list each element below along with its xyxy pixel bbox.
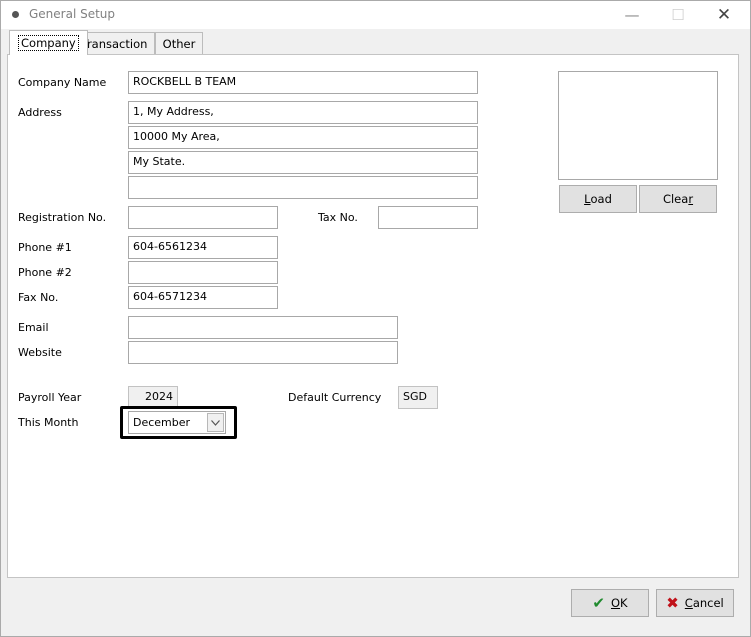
phone1-label: Phone #1 bbox=[18, 241, 72, 254]
website-field[interactable] bbox=[128, 341, 398, 364]
maximize-button: ☐ bbox=[655, 1, 701, 29]
phone2-field[interactable] bbox=[128, 261, 278, 284]
maximize-icon: ☐ bbox=[671, 6, 685, 24]
ok-button[interactable]: ✔ O K bbox=[571, 589, 649, 617]
this-month-label: This Month bbox=[18, 416, 79, 429]
chevron-down-icon[interactable] bbox=[207, 413, 224, 432]
logo-image-box bbox=[558, 71, 718, 180]
tax-field[interactable] bbox=[378, 206, 478, 229]
load-button[interactable]: Load bbox=[559, 185, 637, 213]
payroll-year-field: 2024 bbox=[128, 386, 178, 409]
email-label: Email bbox=[18, 321, 49, 334]
minimize-button[interactable]: — bbox=[609, 1, 655, 29]
payroll-year-label: Payroll Year bbox=[18, 391, 82, 404]
minimize-icon: — bbox=[624, 6, 640, 24]
phone1-field[interactable]: 604-6561234 bbox=[128, 236, 278, 259]
tab-other[interactable]: Other bbox=[155, 32, 203, 54]
cancel-button[interactable]: ✖ Cancel bbox=[656, 589, 734, 617]
cancel-x-icon: ✖ bbox=[666, 594, 679, 612]
phone2-label: Phone #2 bbox=[18, 266, 72, 279]
this-month-selected: December bbox=[133, 416, 191, 429]
email-field[interactable] bbox=[128, 316, 398, 339]
address-label: Address bbox=[18, 106, 62, 119]
tax-label: Tax No. bbox=[318, 211, 358, 224]
default-currency-field: SGD bbox=[398, 386, 438, 409]
address-line-3-field[interactable]: My State. bbox=[128, 151, 478, 174]
tab-company[interactable]: Company bbox=[9, 30, 88, 55]
this-month-dropdown[interactable]: December bbox=[128, 411, 226, 434]
company-name-label: Company Name bbox=[18, 76, 107, 89]
fax-field[interactable]: 604-6571234 bbox=[128, 286, 278, 309]
website-label: Website bbox=[18, 346, 62, 359]
default-currency-label: Default Currency bbox=[288, 391, 382, 404]
checkmark-icon: ✔ bbox=[592, 594, 605, 612]
app-icon bbox=[12, 11, 19, 18]
company-name-field[interactable]: ROCKBELL B TEAM bbox=[128, 71, 478, 94]
clear-button[interactable]: Clea r bbox=[639, 185, 717, 213]
registration-field[interactable] bbox=[128, 206, 278, 229]
close-button[interactable]: ✕ bbox=[701, 1, 747, 29]
close-icon: ✕ bbox=[716, 5, 732, 25]
window-title: General Setup bbox=[29, 7, 116, 21]
address-line-2-field[interactable]: 10000 My Area, bbox=[128, 126, 478, 149]
address-line-4-field[interactable] bbox=[128, 176, 478, 199]
registration-label: Registration No. bbox=[18, 211, 107, 224]
address-line-1-field[interactable]: 1, My Address, bbox=[128, 101, 478, 124]
fax-label: Fax No. bbox=[18, 291, 59, 304]
